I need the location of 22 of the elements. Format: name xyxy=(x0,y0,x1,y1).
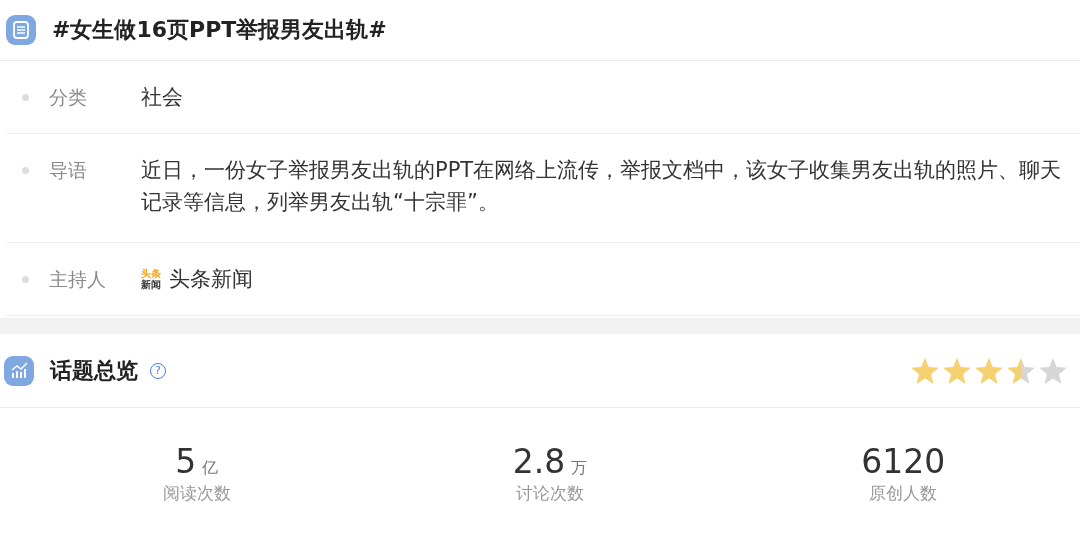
host-logo: 头条 新闻 xyxy=(141,268,161,290)
list-icon xyxy=(6,15,36,45)
field-label: 导语 xyxy=(49,158,88,183)
bullet-icon xyxy=(22,276,29,283)
stat-label: 讨论次数 xyxy=(516,482,584,505)
field-label: 分类 xyxy=(49,85,88,110)
stat-value: 5 xyxy=(175,442,197,482)
bullet-icon xyxy=(22,167,29,174)
section-title: 话题总览 xyxy=(50,356,138,385)
topic-title: #女生做16页PPT举报男友出轨# xyxy=(52,16,387,44)
host-name[interactable]: 头条新闻 xyxy=(169,263,1080,295)
chart-icon xyxy=(4,355,34,386)
stat-unit: 万 xyxy=(571,458,588,479)
stat-unit: 亿 xyxy=(202,458,219,479)
stat-value: 6120 xyxy=(861,442,946,482)
field-label: 主持人 xyxy=(49,267,107,292)
stat-value: 2.8 xyxy=(512,442,566,482)
field-value: 社会 xyxy=(141,84,184,111)
stat-label: 阅读次数 xyxy=(162,482,231,505)
stat-label: 原创人数 xyxy=(869,482,938,505)
bullet-icon xyxy=(22,94,29,101)
field-value: 近日，一份女子举报男友出轨的PPT在网络上流传，举报文档中，该女子收集男友出轨的照片、聊天记录等信息，列举男友出轨“十宗罪”。 xyxy=(141,157,1063,216)
